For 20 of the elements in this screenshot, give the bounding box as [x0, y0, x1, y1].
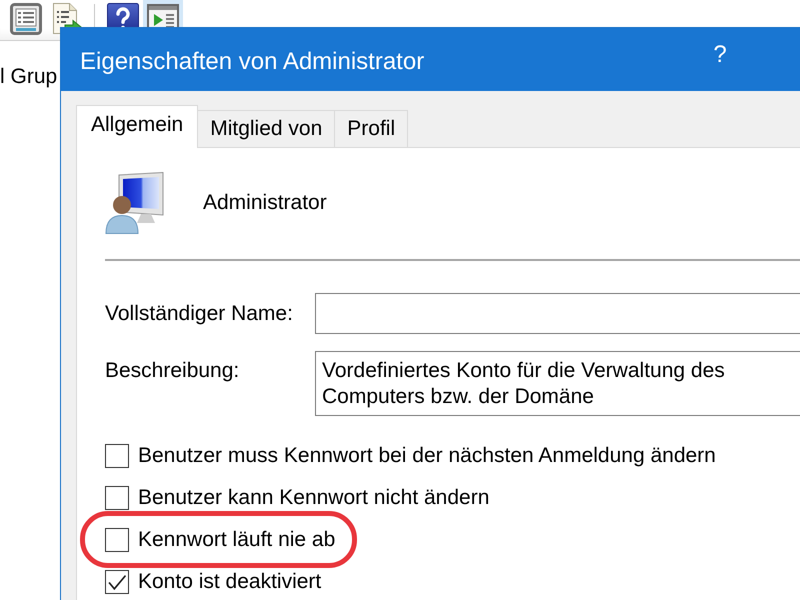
check-icon [108, 574, 126, 590]
field-label: Vollständiger Name: [105, 300, 294, 326]
checkbox-label[interactable]: Kennwort läuft nie ab [138, 527, 336, 553]
checkbox-label[interactable]: Konto ist deaktiviert [138, 569, 322, 595]
tab[interactable]: Allgemein [76, 105, 198, 148]
checkbox-label[interactable]: Benutzer kann Kennwort nicht ändern [138, 485, 490, 511]
checkbox-label[interactable]: Benutzer muss Kennwort bei der nächsten Anmeldung ändern [138, 443, 716, 469]
checkbox[interactable] [105, 444, 129, 468]
window-title: Eigenschaften von Administrator [80, 47, 426, 77]
description-field[interactable]: Vordefiniertes Konto für die Verwaltung des Computers bzw. der Domäne [315, 351, 800, 416]
checkbox[interactable] [105, 486, 129, 510]
list-window-icon [10, 3, 42, 35]
help-button[interactable]: ? [697, 35, 743, 75]
tab[interactable]: Profil [334, 110, 408, 147]
field-label: Beschreibung: [105, 358, 240, 384]
checkbox[interactable] [105, 528, 129, 552]
checkbox[interactable] [105, 570, 129, 594]
account-name: Administrator [203, 190, 327, 216]
tree-item[interactable]: l Grup [0, 64, 58, 90]
name-field[interactable] [315, 293, 800, 334]
